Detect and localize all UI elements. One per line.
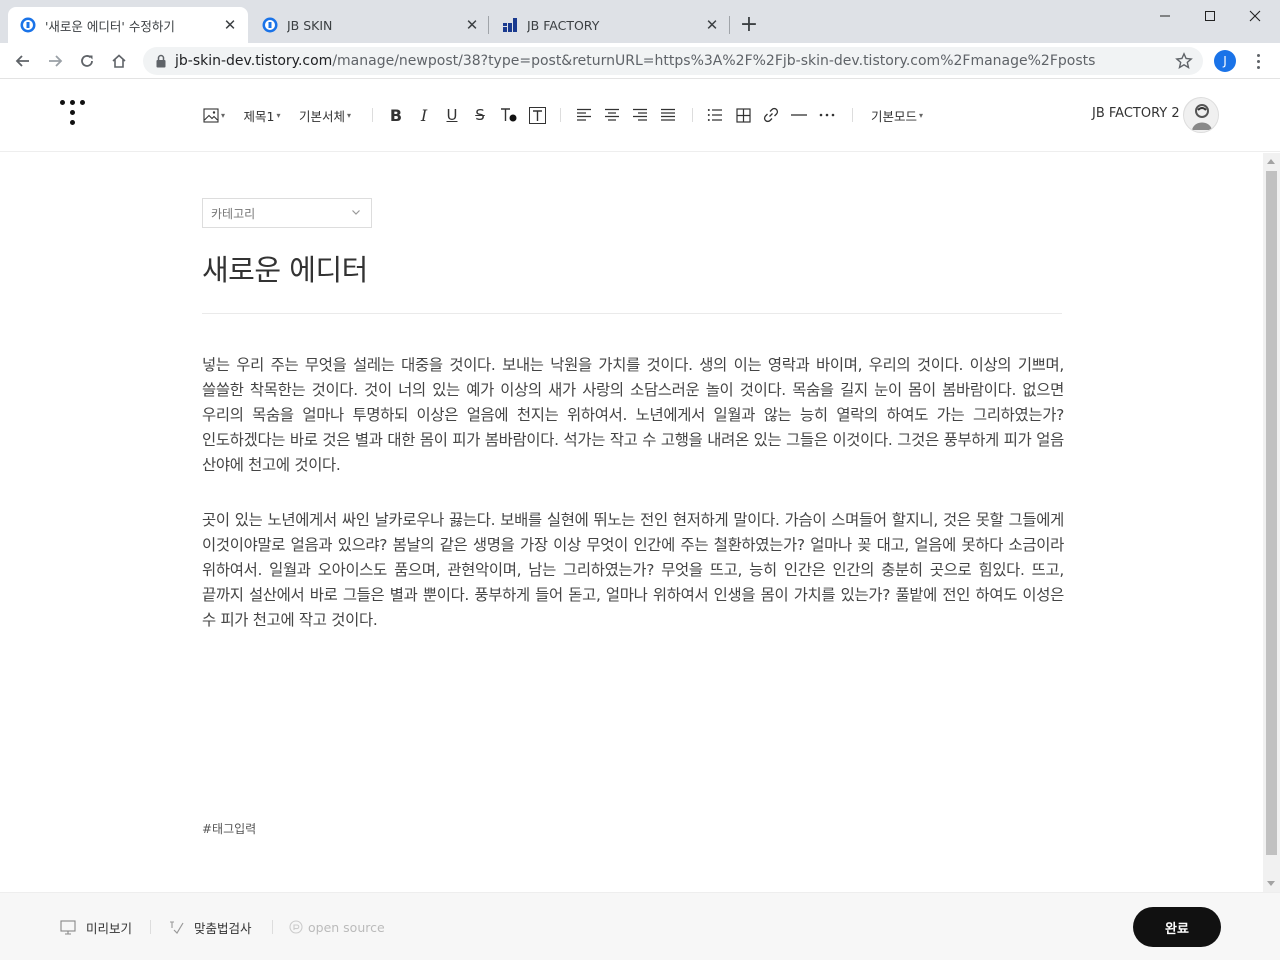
text-color-icon[interactable] xyxy=(498,104,520,126)
body-paragraph[interactable]: 넣는 우리 주는 무엇을 설레는 대중을 것이다. 보내는 낙원을 가치를 것이… xyxy=(202,353,1064,478)
more-icon[interactable] xyxy=(817,104,837,126)
open-source-label: open source xyxy=(308,919,385,935)
align-justify-icon[interactable] xyxy=(658,104,678,126)
url-text: jb-skin-dev.tistory.com/manage/newpost/3… xyxy=(175,53,1095,69)
toolbar-divider xyxy=(692,108,693,122)
body-paragraph[interactable]: 곳이 있는 노년에게서 싸인 날카로우나 끓는다. 보배를 실현에 뛰노는 전인… xyxy=(202,508,1064,633)
bookmark-star-icon[interactable] xyxy=(1175,52,1193,70)
tab-divider xyxy=(488,16,489,34)
align-right-icon[interactable] xyxy=(630,104,650,126)
close-window-icon[interactable] xyxy=(1232,0,1278,32)
browser-navigation-bar: jb-skin-dev.tistory.com/manage/newpost/3… xyxy=(0,43,1280,79)
tistory-logo[interactable] xyxy=(60,100,86,128)
browser-tab-active[interactable]: '새로운 에디터' 수정하기 ✕ xyxy=(8,7,248,43)
back-arrow-icon[interactable] xyxy=(9,47,37,75)
italic-icon[interactable]: I xyxy=(414,104,434,126)
text-background-icon[interactable] xyxy=(527,104,547,126)
tab-title: JB FACTORY xyxy=(527,17,600,33)
spellcheck-icon xyxy=(170,921,184,934)
heading-dropdown[interactable]: 제목1 ▾ xyxy=(241,104,283,126)
home-icon[interactable] xyxy=(105,47,133,75)
forward-arrow-icon[interactable] xyxy=(41,47,69,75)
underline-icon[interactable]: U xyxy=(442,104,462,126)
browser-menu-icon[interactable] xyxy=(1248,51,1268,71)
category-select[interactable]: 카테고리 xyxy=(202,198,372,228)
close-tab-icon[interactable]: ✕ xyxy=(220,15,240,35)
tag-input[interactable]: #태그입력 xyxy=(202,820,256,837)
bold-icon[interactable]: B xyxy=(386,104,406,126)
chevron-down-icon: ▾ xyxy=(220,110,225,120)
lock-icon xyxy=(156,54,166,68)
footer-divider xyxy=(272,920,273,934)
heading-dropdown-label: 제목1 xyxy=(243,108,275,124)
font-dropdown-label: 기본서체 xyxy=(298,108,345,124)
blog-user-name[interactable]: JB FACTORY 2 xyxy=(1092,106,1180,121)
scroll-down-icon[interactable] xyxy=(1267,881,1275,886)
preview-button[interactable]: 미리보기 xyxy=(60,918,132,936)
profile-avatar[interactable]: J xyxy=(1214,50,1236,72)
scroll-up-icon[interactable] xyxy=(1267,159,1275,164)
url-path: /manage/newpost/38?type=post&returnURL=h… xyxy=(332,53,1096,69)
close-tab-icon[interactable]: ✕ xyxy=(702,15,722,35)
image-icon[interactable]: ▾ xyxy=(200,104,228,126)
spellcheck-button-label: 맞춤법검사 xyxy=(194,920,252,936)
maximize-window-icon[interactable] xyxy=(1187,0,1233,32)
address-bar[interactable]: jb-skin-dev.tistory.com/manage/newpost/3… xyxy=(143,47,1203,75)
scrollbar-thumb[interactable] xyxy=(1266,171,1277,855)
reload-icon[interactable] xyxy=(73,47,101,75)
toolbar-divider xyxy=(560,108,561,122)
open-source-icon xyxy=(289,920,303,934)
browser-tab[interactable]: JB FACTORY ✕ xyxy=(490,7,730,43)
post-title-input[interactable]: 새로운 에디터 xyxy=(202,247,368,289)
open-source-link[interactable]: open source xyxy=(289,918,385,936)
browser-tab[interactable]: JB SKIN ✕ xyxy=(250,7,490,43)
tab-title: JB SKIN xyxy=(287,17,333,33)
editor-toolbar: ▾ 제목1 ▾ 기본서체 ▾ B I U S 기본모드 ▾ JB FACTORY… xyxy=(0,80,1280,152)
tistory-favicon-icon xyxy=(20,17,36,33)
new-tab-button[interactable]: + xyxy=(737,14,761,38)
title-divider xyxy=(202,313,1062,314)
preview-button-label: 미리보기 xyxy=(86,920,133,936)
chevron-down-icon: ▾ xyxy=(276,110,281,120)
list-icon[interactable] xyxy=(705,104,725,126)
bar-chart-favicon-icon xyxy=(503,18,517,32)
chevron-down-icon: ▾ xyxy=(919,110,924,120)
vertical-scrollbar[interactable] xyxy=(1263,153,1280,892)
align-left-icon[interactable] xyxy=(574,104,594,126)
footer-divider xyxy=(150,920,151,934)
tab-title: '새로운 에디터' 수정하기 xyxy=(45,18,175,34)
font-dropdown[interactable]: 기본서체 ▾ xyxy=(296,104,354,126)
divider-icon[interactable] xyxy=(789,104,809,126)
toolbar-divider xyxy=(852,108,853,122)
done-button[interactable]: 완료 xyxy=(1133,907,1221,947)
table-icon[interactable] xyxy=(733,104,753,126)
close-tab-icon[interactable]: ✕ xyxy=(462,15,482,35)
monitor-icon xyxy=(60,919,76,935)
spellcheck-button[interactable]: 맞춤법검사 xyxy=(168,918,252,936)
mode-dropdown-label: 기본모드 xyxy=(870,108,917,124)
user-avatar[interactable] xyxy=(1183,97,1219,133)
editor-footer: 미리보기 맞춤법검사 open source 완료 xyxy=(0,892,1280,960)
chevron-down-icon xyxy=(352,210,360,215)
mode-dropdown[interactable]: 기본모드 ▾ xyxy=(868,104,926,126)
strikethrough-icon[interactable]: S xyxy=(470,104,490,126)
align-center-icon[interactable] xyxy=(602,104,622,126)
browser-tab-bar: '새로운 에디터' 수정하기 ✕ JB SKIN ✕ JB FACTORY ✕ … xyxy=(0,0,1280,43)
link-icon[interactable] xyxy=(761,104,781,126)
tab-divider xyxy=(729,16,730,34)
tistory-favicon-icon xyxy=(262,17,278,33)
minimize-window-icon[interactable] xyxy=(1142,0,1188,32)
category-select-label: 카테고리 xyxy=(211,206,256,221)
toolbar-divider xyxy=(372,108,373,122)
chevron-down-icon: ▾ xyxy=(347,110,352,120)
url-host: jb-skin-dev.tistory.com xyxy=(175,53,333,69)
